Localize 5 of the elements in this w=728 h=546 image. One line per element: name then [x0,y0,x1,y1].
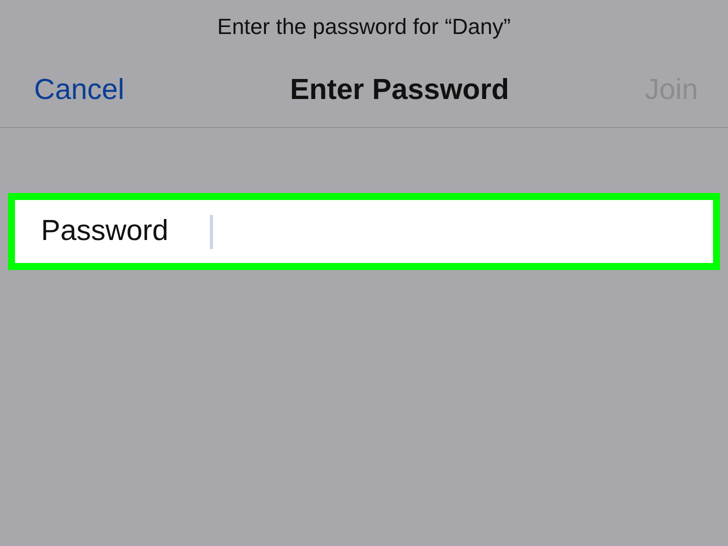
cancel-button[interactable]: Cancel [34,74,124,107]
prompt-text: Enter the password for “Dany” [217,14,511,40]
screen-title: Enter Password [290,74,510,107]
password-field[interactable]: Password [8,193,720,270]
text-cursor [210,214,213,248]
